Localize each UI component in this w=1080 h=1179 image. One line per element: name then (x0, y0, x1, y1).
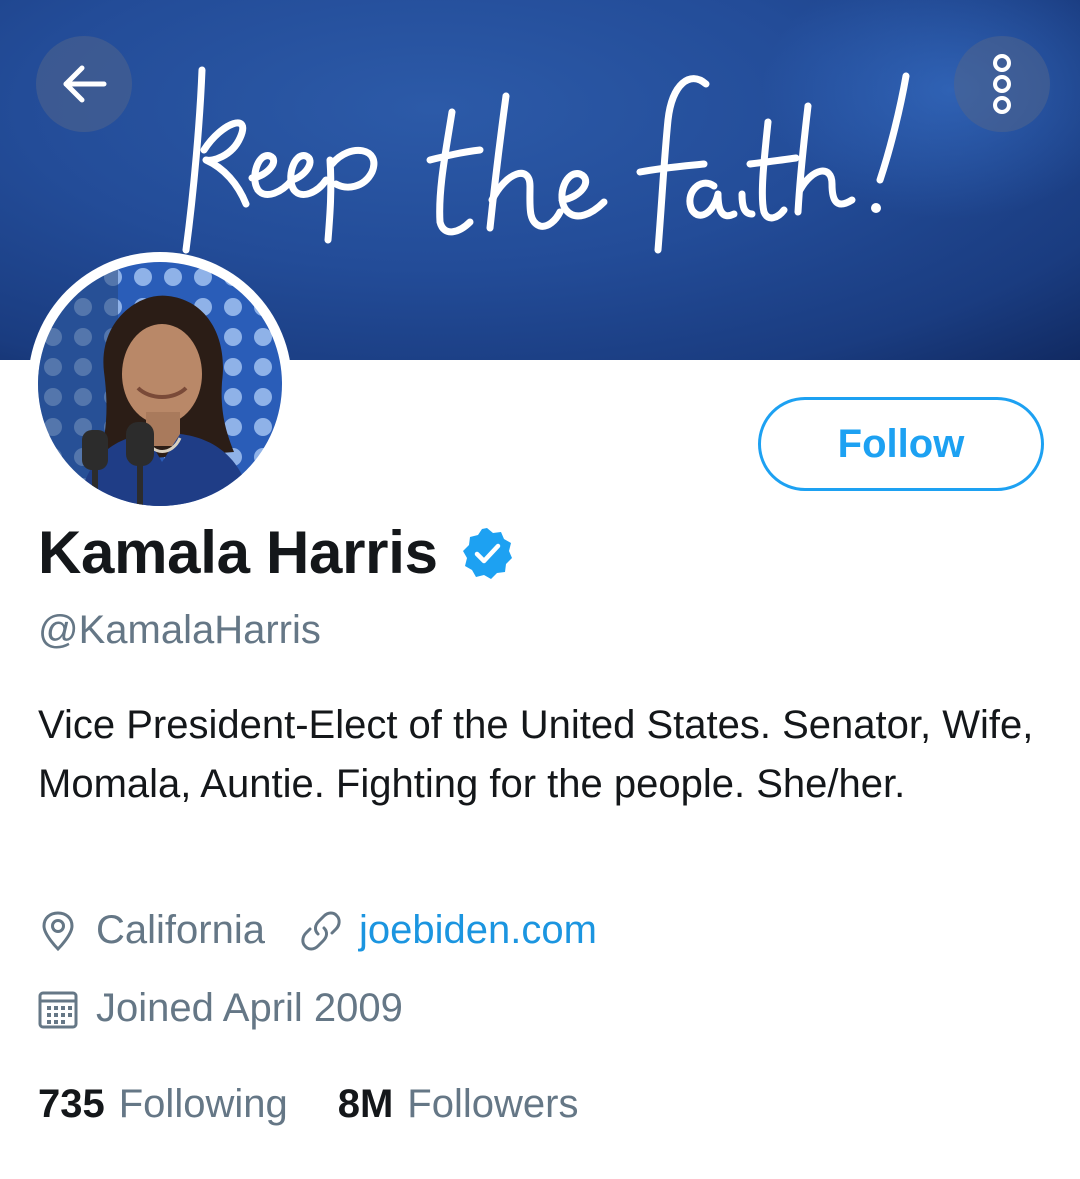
profile-meta-location-link: California joebiden.com (36, 908, 597, 953)
calendar-icon (38, 991, 78, 1028)
profile-name-row: Kamala Harris (38, 518, 514, 587)
back-button[interactable] (36, 36, 132, 132)
location-pin-icon (42, 910, 74, 951)
website-link[interactable]: joebiden.com (359, 908, 597, 953)
profile-meta-joined: Joined April 2009 (36, 986, 403, 1031)
profile-stats: 735 Following 8M Followers (38, 1082, 578, 1127)
website-item[interactable]: joebiden.com (299, 908, 597, 953)
more-options-button[interactable] (954, 36, 1050, 132)
followers-stat[interactable]: 8M Followers (338, 1082, 579, 1127)
location-item: California (36, 908, 265, 953)
profile-bio: Vice President-Elect of the United State… (38, 703, 1034, 806)
follow-button[interactable]: Follow (758, 397, 1044, 491)
profile-handle: @KamalaHarris (38, 608, 321, 652)
followers-label: Followers (407, 1082, 579, 1126)
following-label: Following (118, 1082, 288, 1126)
followers-count: 8M (337, 1082, 394, 1126)
arrow-left-icon (63, 65, 107, 103)
location-text: California (96, 908, 265, 952)
more-vertical-icon (993, 54, 1011, 114)
joined-text: Joined April 2009 (96, 986, 403, 1030)
verified-badge-icon (462, 527, 512, 579)
display-name: Kamala Harris (38, 519, 438, 586)
following-stat[interactable]: 735 Following (38, 1082, 288, 1127)
avatar[interactable] (38, 262, 282, 506)
link-icon (301, 911, 341, 950)
joined-item: Joined April 2009 (36, 986, 403, 1031)
following-count: 735 (38, 1082, 105, 1126)
